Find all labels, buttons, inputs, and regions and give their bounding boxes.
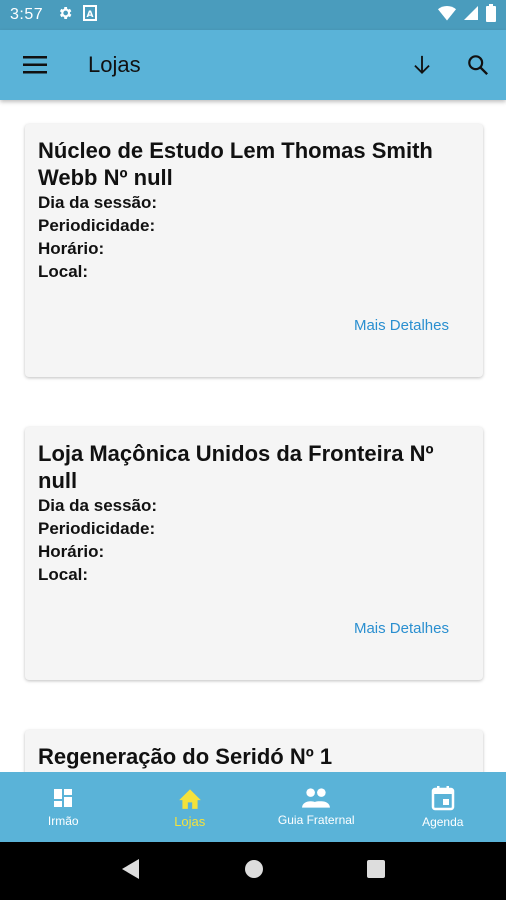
home-button[interactable] (244, 859, 264, 884)
time-label: Horário: (38, 542, 105, 561)
battery-icon (486, 3, 496, 27)
status-bar: 3:57 A (0, 0, 506, 30)
lodge-title: Loja Maçônica Unidos da Fronteira Nº nul… (38, 441, 434, 493)
status-time: 3:57 (10, 6, 44, 23)
nav-item-agenda[interactable]: Agenda (380, 772, 506, 842)
arrow-down-icon (414, 55, 430, 74)
nav-label: Agenda (422, 815, 464, 829)
people-icon (302, 788, 331, 808)
svg-text:A: A (87, 10, 94, 20)
settings-icon (57, 5, 73, 26)
lodge-card[interactable]: Regeneração do Seridó Nº 1 (25, 730, 483, 772)
back-button[interactable] (121, 858, 141, 885)
home-icon (178, 788, 201, 809)
lodge-list[interactable]: Núcleo de Estudo Lem Thomas Smith Webb N… (0, 100, 506, 772)
lodge-card[interactable]: Núcleo de Estudo Lem Thomas Smith Webb N… (25, 124, 483, 377)
nav-item-irmao[interactable]: Irmão (0, 772, 127, 842)
recents-icon (366, 859, 385, 878)
menu-icon (23, 56, 47, 74)
app-bar: Lojas (0, 30, 506, 100)
sim-icon: A (83, 4, 98, 26)
calendar-icon (431, 786, 454, 811)
lodge-title: Regeneração do Seridó Nº 1 (38, 744, 333, 769)
dashboard-icon (54, 789, 73, 807)
nav-label: Lojas (174, 813, 206, 829)
bottom-nav: Irmão Lojas Guia Fraternal Agenda (0, 772, 506, 842)
session-day-label: Dia da sessão: (38, 193, 158, 212)
signal-icon (464, 5, 478, 26)
system-nav-bar (0, 842, 506, 900)
search-icon (468, 55, 489, 76)
nav-item-lojas[interactable]: Lojas (127, 772, 254, 842)
nav-label: Guia Fraternal (277, 813, 355, 827)
sort-button[interactable] (394, 30, 450, 100)
lodge-card[interactable]: Loja Maçônica Unidos da Fronteira Nº nul… (25, 427, 483, 680)
search-button[interactable] (450, 30, 506, 100)
periodicity-label: Periodicidade: (38, 519, 156, 538)
wifi-icon (438, 5, 456, 26)
nav-item-guia-fraternal[interactable]: Guia Fraternal (253, 772, 380, 842)
back-icon (122, 858, 140, 879)
session-day-label: Dia da sessão: (38, 496, 158, 515)
menu-button[interactable] (0, 30, 70, 100)
lodge-title: Núcleo de Estudo Lem Thomas Smith Webb N… (38, 138, 433, 190)
more-details-link[interactable]: Mais Detalhes (354, 317, 449, 334)
home-circle-icon (244, 859, 263, 878)
periodicity-label: Periodicidade: (38, 216, 156, 235)
nav-label: Irmão (47, 814, 79, 828)
location-label: Local: (38, 262, 89, 281)
more-details-link[interactable]: Mais Detalhes (354, 620, 449, 637)
page-title: Lojas (88, 52, 141, 77)
recents-button[interactable] (366, 859, 385, 883)
time-label: Horário: (38, 239, 105, 258)
location-label: Local: (38, 565, 89, 584)
